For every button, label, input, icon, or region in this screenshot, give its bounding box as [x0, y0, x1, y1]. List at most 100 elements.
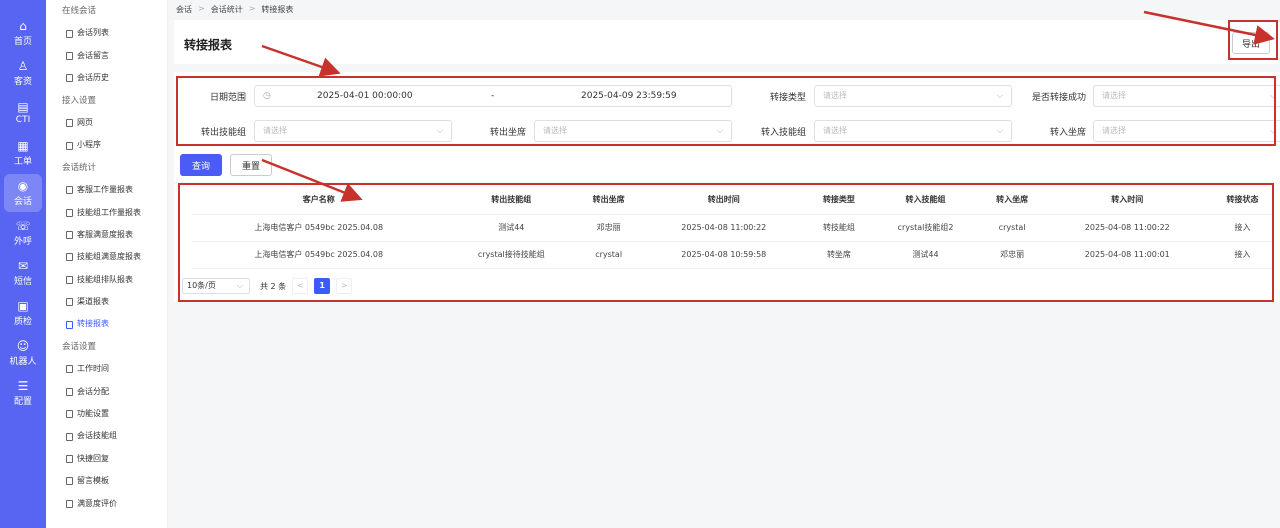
column-header: 客户名称 — [192, 186, 446, 215]
success-label: 是否转接成功 — [1031, 93, 1086, 103]
rail-item-cti[interactable]: ▤ CTI — [0, 94, 46, 132]
prev-page-button[interactable]: < — [292, 278, 309, 294]
rail-item-sms[interactable]: ✉ 短信 — [0, 254, 46, 292]
table-cell: 测试44 — [870, 241, 981, 269]
menu-item[interactable]: 转接报表 — [46, 313, 167, 335]
menu-item[interactable]: 技能组工作量报表 — [46, 202, 167, 224]
chat-icon: ◉ — [17, 178, 29, 193]
next-page-button[interactable]: > — [336, 278, 353, 294]
menu-item[interactable]: 快捷回复 — [46, 448, 167, 470]
leads-icon: ♙ — [17, 58, 29, 73]
in-agent-select[interactable]: 请选择 ⌵ — [1093, 120, 1280, 142]
menu-item-label: 会话列表 — [77, 28, 109, 38]
menu-item[interactable]: 客服满意度报表 — [46, 224, 167, 246]
menu-item-label: 技能组工作量报表 — [77, 207, 141, 217]
robot-icon: ☺ — [16, 338, 30, 353]
document-icon — [66, 320, 73, 329]
document-icon — [66, 499, 73, 508]
rail-item-robot[interactable]: ☺ 机器人 — [0, 334, 46, 372]
chevron-down-icon: ⌵ — [996, 91, 1003, 100]
menu-item-label: 会话技能组 — [77, 431, 117, 441]
rail-item-config[interactable]: ☰ 配置 — [0, 374, 46, 412]
column-header: 转出坐席 — [577, 186, 641, 215]
page-size-value: 10条/页 — [187, 281, 216, 290]
menu-item[interactable]: 渠道报表 — [46, 291, 167, 313]
column-header: 转出技能组 — [445, 186, 578, 215]
export-button[interactable]: 导出 — [1232, 32, 1270, 54]
document-icon — [66, 231, 73, 240]
menu-item-label: 技能组排队报表 — [77, 274, 133, 284]
rail-item-home[interactable]: ⌂ 首页 — [0, 14, 46, 52]
breadcrumb: 会话 > 会话统计 > 转接报表 — [176, 4, 293, 15]
menu-item[interactable]: 网页 — [46, 112, 167, 134]
document-icon — [66, 208, 73, 217]
rail-item-label: 机器人 — [9, 356, 37, 367]
rail-item-chat[interactable]: ◉ 会话 — [4, 174, 42, 212]
rail-item-label: 配置 — [13, 396, 32, 407]
menu-item[interactable]: 客服工作量报表 — [46, 179, 167, 201]
page-number-1[interactable]: 1 — [314, 278, 331, 294]
table-cell: 转技能组 — [807, 214, 871, 242]
cti-icon: ▤ — [17, 100, 29, 114]
rail-item-leads[interactable]: ♙ 客资 — [0, 54, 46, 92]
reset-button[interactable]: 重置 — [230, 154, 272, 176]
menu-item-label: 客服工作量报表 — [77, 185, 133, 195]
document-icon — [66, 410, 73, 419]
table-cell: 测试44 — [445, 214, 578, 242]
menu-group-title: 在线会话 — [62, 6, 97, 16]
side-menu: 在线会话 会话列表 会话留言 会话历史 接入设置 网页 小程序 会话统计 客服工作量报表 技能组工… — [46, 0, 168, 528]
date-end-value: 2025-04-09 23:59:59 — [581, 91, 677, 101]
success-select[interactable]: 请选择 ⌵ — [1093, 85, 1280, 107]
out-agent-placeholder: 请选择 — [543, 126, 567, 135]
menu-item[interactable]: 小程序 — [46, 134, 167, 156]
query-button[interactable]: 查询 — [180, 154, 222, 176]
transfer-type-select[interactable]: 请选择 ⌵ — [814, 85, 1012, 107]
table-cell: crystal接待技能组 — [445, 241, 578, 269]
page-title: 转接报表 — [184, 38, 233, 52]
out-group-select[interactable]: 请选择 ⌵ — [254, 120, 452, 142]
menu-item[interactable]: 会话分配 — [46, 381, 167, 403]
rail-item-outbound[interactable]: ☏ 外呼 — [0, 214, 46, 252]
menu-item[interactable]: 技能组满意度报表 — [46, 246, 167, 268]
document-icon — [66, 455, 73, 463]
qa-icon: ▣ — [17, 298, 29, 313]
table-row: 上海电信客户 0549bc 2025.04.08 测试44 邓忠丽 2025-04-0… — [192, 214, 1274, 242]
menu-item[interactable]: 留言模板 — [46, 470, 167, 492]
column-header: 转入技能组 — [870, 186, 981, 215]
menu-item[interactable]: 会话技能组 — [46, 425, 167, 447]
table-cell: crystal — [980, 214, 1044, 242]
report-table-panel: 客户名称 转出技能组 转出坐席 转出时间 转接类型 转入技能组 转入坐席 转入时间 转接状态 上… — [174, 184, 1280, 302]
document-icon — [66, 186, 73, 195]
menu-item[interactable]: 会话留言 — [46, 45, 167, 67]
table-cell: 上海电信客户 0549bc 2025.04.08 — [192, 214, 446, 242]
table-cell: 2025-04-08 11:00:22 — [640, 214, 808, 242]
chevron-down-icon: ⌵ — [1269, 91, 1276, 100]
page-size-select[interactable]: 10条/页 ⌵ — [182, 278, 250, 294]
table-cell: crystal — [577, 241, 641, 269]
menu-item-label: 客服满意度报表 — [77, 229, 133, 239]
document-icon — [66, 29, 73, 38]
breadcrumb-stats[interactable]: 会话统计 — [211, 4, 243, 15]
menu-item[interactable]: 功能设置 — [46, 403, 167, 425]
in-group-select[interactable]: 请选择 ⌵ — [814, 120, 1012, 142]
rail-item-ticket[interactable]: ▦ 工单 — [0, 134, 46, 172]
table-cell: 邓忠丽 — [980, 241, 1044, 269]
column-header: 转出时间 — [640, 186, 808, 215]
date-range-picker[interactable]: ◷ 2025-04-01 00:00:00 - 2025-04-09 23:59… — [254, 85, 732, 107]
total-count: 共 2 条 — [260, 281, 287, 291]
menu-item[interactable]: 会话历史 — [46, 67, 167, 89]
menu-item[interactable]: 技能组排队报表 — [46, 269, 167, 291]
out-group-label: 转出技能组 — [200, 128, 246, 138]
menu-item[interactable]: 工作时间 — [46, 358, 167, 380]
menu-item[interactable]: 会话列表 — [46, 22, 167, 44]
rail-item-qa[interactable]: ▣ 质检 — [0, 294, 46, 332]
menu-item-label: 满意度评价 — [77, 498, 117, 508]
chevron-down-icon: ⌵ — [716, 126, 723, 135]
menu-item[interactable]: 满意度评价 — [46, 493, 167, 515]
breadcrumb-chat[interactable]: 会话 — [176, 4, 192, 15]
breadcrumb-separator: > — [248, 4, 256, 13]
table-cell: 接入 — [1210, 214, 1274, 242]
menu-item-label: 小程序 — [77, 140, 101, 150]
table-cell: 2025-04-08 11:00:01 — [1043, 241, 1211, 269]
out-agent-select[interactable]: 请选择 ⌵ — [534, 120, 732, 142]
